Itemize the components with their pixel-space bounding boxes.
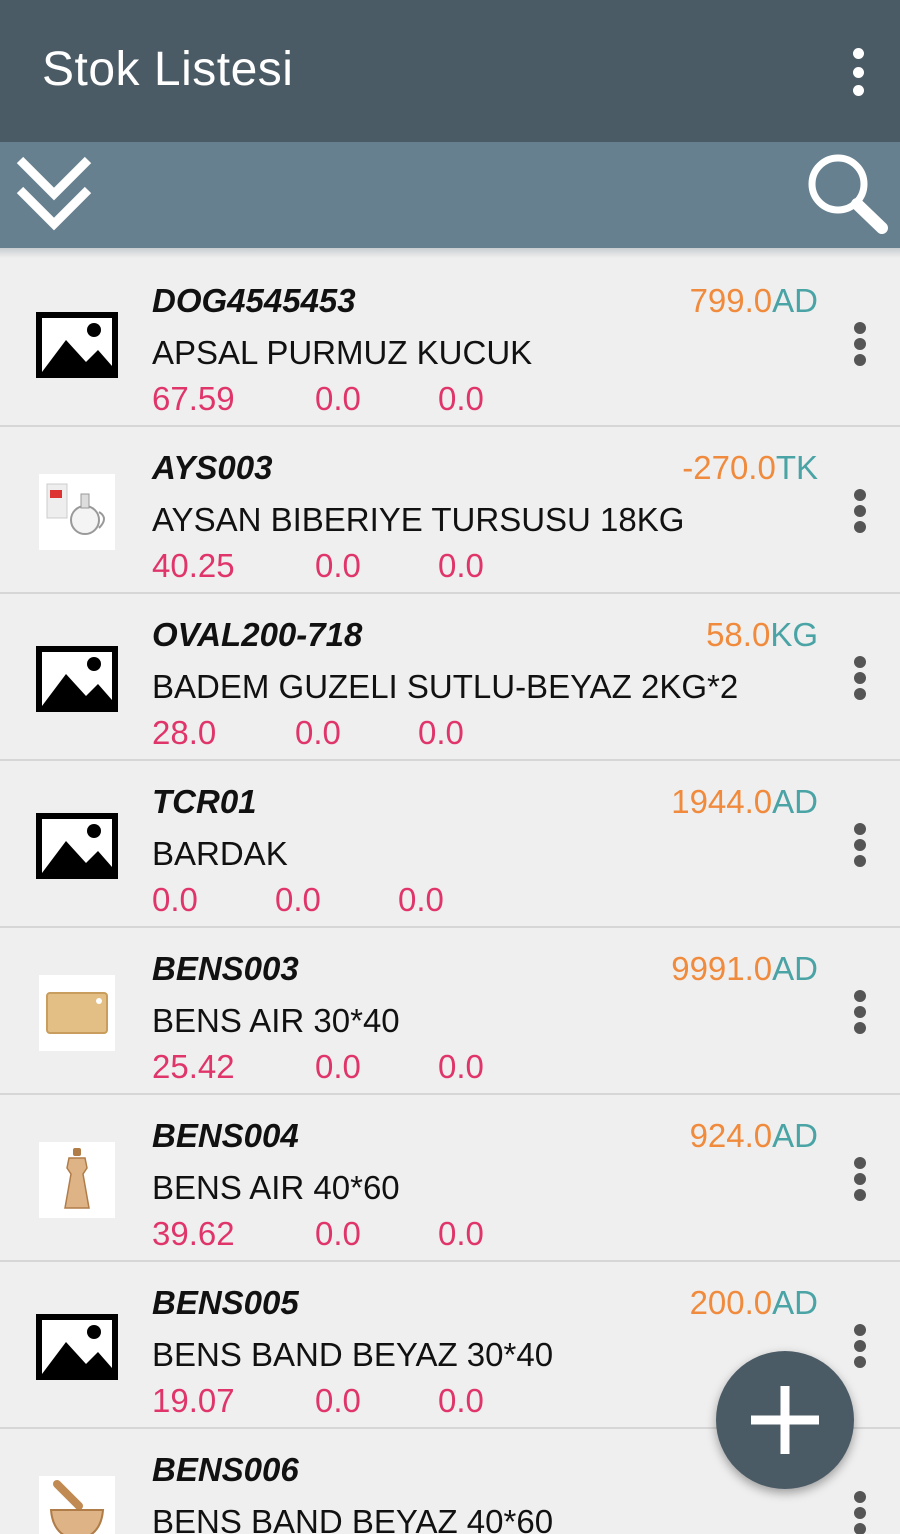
product-image-board [36, 974, 118, 1052]
double-chevron-down-icon[interactable] [12, 150, 102, 240]
price-3: 0.0 [398, 881, 444, 918]
list-item[interactable]: DOG4545453 799.0AD APSAL PURMUZ KUCUK 67… [0, 260, 900, 427]
stock-code: BENS006 [152, 1451, 299, 1488]
quantity-unit: AD [772, 783, 818, 820]
stock-quantity: 58.0KG [706, 616, 818, 654]
quantity-value: 924.0 [689, 1117, 773, 1154]
stock-name: BARDAK [152, 835, 288, 872]
add-button[interactable] [716, 1351, 854, 1489]
price-3: 0.0 [438, 1048, 484, 1085]
item-menu-icon[interactable] [850, 990, 870, 1034]
price-3: 0.0 [438, 380, 484, 417]
price-2: 0.0 [315, 1382, 361, 1419]
quantity-value: 799.0 [689, 282, 773, 319]
price-3: 0.0 [438, 1382, 484, 1419]
item-menu-icon[interactable] [850, 489, 870, 533]
stock-quantity: 924.0AD [690, 1117, 818, 1155]
price-3: 0.0 [438, 547, 484, 584]
price-1: 39.62 [152, 1215, 235, 1252]
stock-code: AYS003 [152, 449, 273, 486]
stock-name: AYSAN BIBERIYE TURSUSU 18KG [152, 501, 685, 538]
product-image-jar [36, 473, 118, 551]
quantity-value: -270.0 [682, 449, 776, 486]
quantity-value: 58.0 [706, 616, 771, 653]
price-1: 25.42 [152, 1048, 235, 1085]
stock-quantity: 799.0AD [690, 282, 818, 320]
price-2: 0.0 [295, 714, 341, 751]
stock-code: DOG4545453 [152, 282, 356, 319]
stock-code: TCR01 [152, 783, 257, 820]
stock-quantity: -270.0TK [682, 449, 818, 487]
stock-code: BENS005 [152, 1284, 299, 1321]
price-2: 0.0 [275, 881, 321, 918]
stock-name: BENS BAND BEYAZ 30*40 [152, 1336, 554, 1373]
plus-icon [751, 1386, 819, 1454]
price-2: 0.0 [315, 1048, 361, 1085]
price-1: 67.59 [152, 380, 235, 417]
product-image-placeholder [36, 1308, 118, 1386]
list-item[interactable]: TCR01 1944.0AD BARDAK 0.0 0.0 0.0 [0, 761, 900, 928]
product-image-placeholder [36, 640, 118, 718]
price-3: 0.0 [418, 714, 464, 751]
item-menu-icon[interactable] [850, 1491, 870, 1534]
toolbar-shadow [0, 248, 900, 258]
search-icon[interactable] [802, 150, 892, 240]
product-image-placeholder [36, 306, 118, 384]
quantity-unit: KG [770, 616, 818, 653]
price-2: 0.0 [315, 547, 361, 584]
list-item[interactable]: BENS004 924.0AD BENS AIR 40*60 39.62 0.0… [0, 1095, 900, 1262]
stock-name: BADEM GUZELI SUTLU-BEYAZ 2KG*2 [152, 668, 739, 705]
stock-code: BENS004 [152, 1117, 299, 1154]
list-item[interactable]: BENS003 9991.0AD BENS AIR 30*40 25.42 0.… [0, 928, 900, 1095]
quantity-unit: AD [772, 950, 818, 987]
item-menu-icon[interactable] [850, 656, 870, 700]
quantity-unit: AD [772, 1284, 818, 1321]
stock-name: APSAL PURMUZ KUCUK [152, 334, 533, 371]
stock-name: BENS AIR 30*40 [152, 1002, 400, 1039]
stock-list: DOG4545453 799.0AD APSAL PURMUZ KUCUK 67… [0, 260, 900, 1534]
price-1: 0.0 [152, 881, 198, 918]
item-menu-icon[interactable] [850, 322, 870, 366]
price-1: 19.07 [152, 1382, 235, 1419]
more-vert-icon[interactable] [846, 48, 870, 96]
stock-quantity: 9991.0AD [671, 950, 818, 988]
price-1: 28.0 [152, 714, 217, 751]
app-bar: Stok Listesi [0, 0, 900, 142]
quantity-value: 1944.0 [671, 783, 773, 820]
stock-code: OVAL200-718 [152, 616, 363, 653]
stock-quantity: 200.0AD [690, 1284, 818, 1322]
item-menu-icon[interactable] [850, 1157, 870, 1201]
price-3: 0.0 [438, 1215, 484, 1252]
stock-name: BENS AIR 40*60 [152, 1169, 400, 1206]
item-menu-icon[interactable] [850, 823, 870, 867]
price-1: 40.25 [152, 547, 235, 584]
item-menu-icon[interactable] [850, 1324, 870, 1368]
list-item[interactable]: AYS003 -270.0TK AYSAN BIBERIYE TURSUSU 1… [0, 427, 900, 594]
product-image-mortar [36, 1475, 118, 1534]
product-image-placeholder [36, 807, 118, 885]
stock-code: BENS003 [152, 950, 299, 987]
quantity-value: 9991.0 [671, 950, 773, 987]
quantity-unit: AD [772, 1117, 818, 1154]
product-image-grinder [36, 1141, 118, 1219]
quantity-value: 200.0 [689, 1284, 773, 1321]
stock-quantity: 1944.0AD [671, 783, 818, 821]
price-2: 0.0 [315, 1215, 361, 1252]
quantity-unit: AD [772, 282, 818, 319]
price-2: 0.0 [315, 380, 361, 417]
stock-name: BENS BAND BEYAZ 40*60 [152, 1503, 554, 1534]
page-title: Stok Listesi [42, 43, 294, 96]
toolbar [0, 142, 900, 248]
quantity-unit: TK [775, 449, 818, 486]
list-item[interactable]: OVAL200-718 58.0KG BADEM GUZELI SUTLU-BE… [0, 594, 900, 761]
